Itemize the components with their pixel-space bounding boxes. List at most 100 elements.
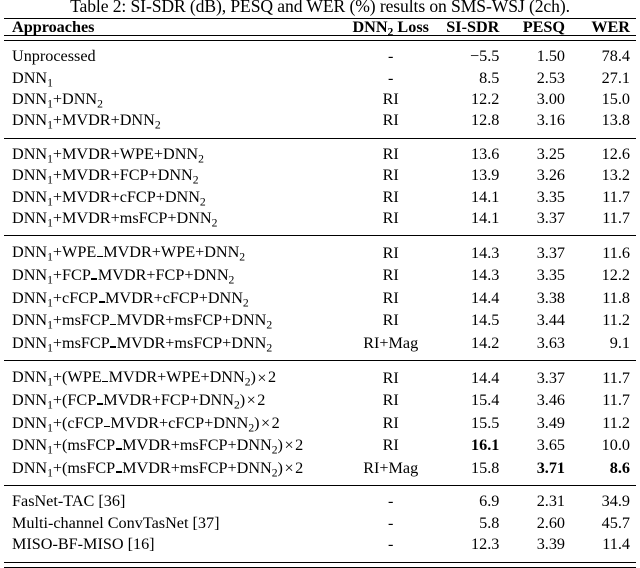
row-pesq: 2.53 [536,68,566,87]
row-wer: 15.0 [601,90,630,109]
row-pesq: 3.35 [536,187,566,206]
row-wer: 11.7 [602,391,630,410]
row-pesq: 3.35 [536,266,566,285]
row-wer: 11.4 [602,535,630,554]
column-header-approaches: Approaches [12,18,95,36]
row-sisdr: 12.2 [471,90,500,109]
table-row: Multi-channel ConvTasNet [37] - 5.8 2.60… [4,513,636,534]
table-row: DNN1+WPE MVDR+WPE+DNN2 RI 14.3 3.37 11.6 [4,241,636,264]
row-wer: 12.6 [601,144,630,163]
row-pesq: 3.25 [536,144,566,163]
table-row: DNN1+cFCP MVDR+cFCP+DNN2 RI 14.4 3.38 11.… [4,287,636,310]
row-loss: RI [382,187,399,206]
table-row: DNN1+msFCP MVDR+msFCP+DNN2 RI 14.5 3.44 1… [4,309,636,332]
row-wer: 45.7 [601,513,630,532]
row-pesq: 3.37 [536,243,566,262]
row-loss: RI [382,144,399,163]
table-row: DNN1+(cFCP MVDR+cFCP+DNN2)×2 RI 15.5 3.49… [4,412,636,435]
row-wer: 13.8 [601,111,630,130]
row-sisdr: 14.4 [471,368,500,387]
row-wer: 34.9 [601,492,630,511]
row-approach: DNN1+DNN2 [12,90,103,111]
row-loss: RI [382,288,399,307]
row-sisdr: 5.8 [479,513,500,532]
row-sisdr: 14.1 [471,209,500,228]
row-approach: DNN1+MVDR+msFCP+DNN2 [12,209,218,230]
row-sisdr: 14.3 [471,266,500,285]
row-approach: Multi-channel ConvTasNet [37] [12,513,220,532]
row-wer: 27.1 [601,68,630,87]
row-pesq: 3.16 [536,111,566,130]
column-header-dnn2-loss: DNN2 Loss [349,18,433,38]
row-sisdr: 14.1 [471,187,500,206]
row-wer: 12.2 [601,266,630,285]
row-loss: RI [382,266,399,285]
row-wer: 11.7 [602,368,630,387]
row-loss: RI [382,111,399,130]
table-row: Unprocessed - −5.5 1.50 78.4 [4,46,636,67]
row-approach: DNN1+MVDR+FCP+DNN2 [12,166,199,187]
row-approach: DNN1+cFCP MVDR+cFCP+DNN2 [4,287,349,310]
row-sisdr: 14.2 [471,334,500,353]
row-loss: RI [382,243,399,262]
row-sisdr: 16.1 [471,436,500,455]
row-pesq: 3.37 [536,209,566,228]
table-header-row: Approaches DNN2 Loss SI-SDR PESQ WER [4,18,636,38]
row-wer: 11.7 [602,187,630,206]
row-wer: 8.6 [609,458,630,477]
row-approach: DNN1+(msFCP MVDR+msFCP+DNN2)×2 [4,457,349,480]
row-approach: DNN1+WPE MVDR+WPE+DNN2 [4,241,349,264]
row-wer: 9.1 [609,334,630,353]
table-row: MISO-BF-MISO [16] - 12.3 3.39 11.4 [4,534,636,555]
row-loss: - [388,513,394,532]
row-pesq: 3.71 [536,458,566,477]
column-header-wer: WER [591,18,630,36]
table-row: DNN1+(WPE MVDR+WPE+DNN2)×2 RI 14.4 3.37 1… [4,366,636,389]
row-loss: RI+Mag [363,458,419,477]
column-header-dnn2-loss-text: DNN [352,18,388,36]
row-loss: - [388,47,394,66]
row-approach: DNN1+(WPE MVDR+WPE+DNN2)×2 [4,366,349,389]
row-approach: DNN1+FCP MVDR+FCP+DNN2 [4,264,349,287]
row-sisdr: 12.8 [471,111,500,130]
row-pesq: 1.50 [536,47,566,66]
row-wer: 11.6 [602,243,630,262]
table-row: DNN1+(FCP MVDR+FCP+DNN2)×2 RI 15.4 3.46 1… [4,389,636,412]
row-loss: RI [382,209,399,228]
table-row: DNN1+MVDR+cFCP+DNN2 RI 14.1 3.35 11.7 [4,187,636,208]
row-wer: 11.8 [602,288,630,307]
table-row: DNN1+MVDR+msFCP+DNN2 RI 14.1 3.37 11.7 [4,208,636,229]
row-loss: RI [382,311,399,330]
row-pesq: 3.39 [536,535,566,554]
row-approach: DNN1+(msFCP MVDR+msFCP+DNN2)×2 [4,434,349,457]
row-pesq: 3.26 [536,166,566,185]
table-row: FasNet-TAC [36] - 6.9 2.31 34.9 [4,491,636,512]
column-header-dnn2-loss-tail: Loss [393,18,429,36]
row-sisdr: 14.3 [471,243,500,262]
row-loss: RI [382,368,399,387]
row-approach: DNN1+msFCP MVDR+msFCP+DNN2 [4,309,349,332]
row-wer: 13.2 [601,166,630,185]
row-approach: DNN1 [12,68,53,89]
row-pesq: 3.46 [536,391,566,410]
row-sisdr: 15.4 [471,391,500,410]
table-caption: Table 2: SI-SDR (dB), PESQ and WER (%) r… [70,0,570,16]
row-sisdr: 13.6 [471,144,500,163]
row-wer: 11.2 [602,413,630,432]
row-sisdr: 13.9 [471,166,500,185]
row-approach: FasNet-TAC [36] [12,492,126,511]
row-pesq: 3.65 [536,436,566,455]
row-pesq: 2.31 [536,492,566,511]
row-sisdr: 14.5 [471,311,500,330]
row-loss: RI [382,391,399,410]
row-loss: RI [382,166,399,185]
row-sisdr: 8.5 [479,68,500,87]
table-row: DNN1+FCP MVDR+FCP+DNN2 RI 14.3 3.35 12.2 [4,264,636,287]
row-approach: DNN1+MVDR+DNN2 [12,111,161,132]
table-row: DNN1+MVDR+FCP+DNN2 RI 13.9 3.26 13.2 [4,165,636,186]
row-pesq: 3.38 [536,288,566,307]
row-loss: RI [382,90,399,109]
row-sisdr: 15.8 [471,458,500,477]
column-header-pesq: PESQ [522,18,566,36]
row-approach: DNN1+(cFCP MVDR+cFCP+DNN2)×2 [4,412,349,435]
